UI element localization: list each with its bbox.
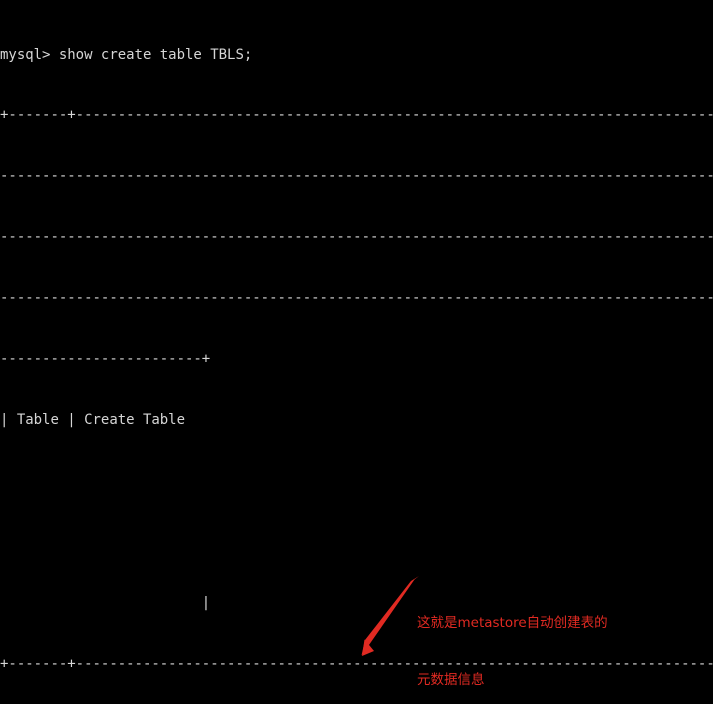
- terminal-line: | Table | Create Table: [0, 411, 713, 428]
- terminal-line: ----------------------------------------…: [0, 229, 713, 246]
- terminal-line: mysql> show create table TBLS;: [0, 46, 253, 63]
- terminal-line: ----------------------------------------…: [0, 168, 713, 185]
- terminal-line: ------------------------+: [0, 351, 211, 368]
- terminal-window[interactable]: mysql> show create table TBLS; +-------+…: [0, 0, 713, 704]
- terminal-line: |: [0, 594, 211, 611]
- terminal-line: +-------+-------------------------------…: [0, 655, 713, 672]
- terminal-line: +-------+-------------------------------…: [0, 107, 713, 124]
- terminal-line: ----------------------------------------…: [0, 290, 713, 307]
- terminal-screen: mysql> show create table TBLS; +-------+…: [0, 4, 713, 704]
